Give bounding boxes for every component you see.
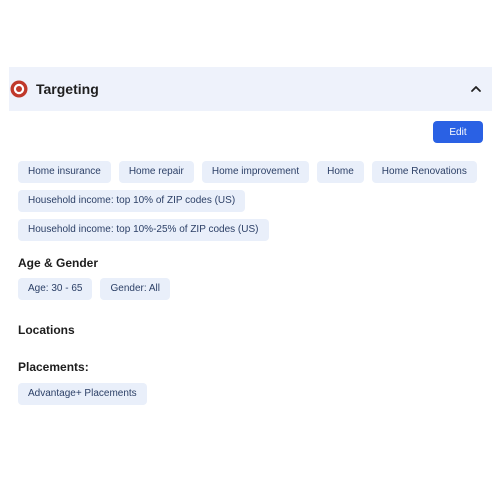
interest-chip: Home improvement [201,161,310,183]
interest-chip: Household income: top 10% of ZIP codes (… [18,190,246,212]
age-gender-chips: Age: 30 - 65 Gender: All [18,278,488,300]
section-title: Targeting [36,81,99,97]
interest-chips: Home insurance Home repair Home improvem… [18,161,488,241]
targeting-panel: Targeting Edit Home insurance Home repai… [9,67,492,405]
edit-row: Edit [433,121,483,143]
targeting-header[interactable]: Targeting [9,67,492,111]
gender-chip: Gender: All [100,278,170,300]
interest-chip: Household income: top 10%-25% of ZIP cod… [18,219,269,241]
interest-chip: Home [317,161,364,183]
locations-label: Locations [18,323,75,337]
interest-chip: Home Renovations [371,161,477,183]
target-icon [10,80,28,98]
placement-chip: Advantage+ Placements [18,383,147,405]
interest-chip: Home repair [118,161,194,183]
placement-chips: Advantage+ Placements [18,383,488,405]
interest-chip: Home insurance [18,161,111,183]
age-chip: Age: 30 - 65 [18,278,93,300]
edit-button[interactable]: Edit [433,121,483,143]
targeting-content: Home insurance Home repair Home improvem… [18,161,488,405]
age-gender-label: Age & Gender [18,256,99,270]
placements-label: Placements: [18,360,89,374]
chevron-up-icon[interactable] [469,82,483,96]
